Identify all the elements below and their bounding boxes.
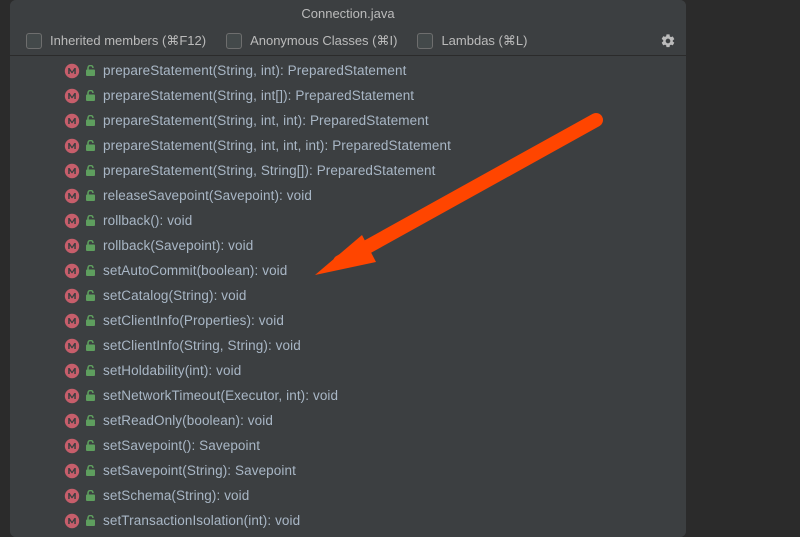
- method-icon: [64, 263, 80, 279]
- public-visibility-icon: [86, 115, 95, 126]
- option-label: Anonymous Classes (⌘I): [250, 33, 397, 49]
- method-signature: setClientInfo(String, String): void: [103, 338, 301, 353]
- method-icon: [64, 388, 80, 404]
- method-signature: setNetworkTimeout(Executor, int): void: [103, 388, 338, 403]
- method-icon: [64, 88, 80, 104]
- method-icon: [64, 138, 80, 154]
- method-signature: prepareStatement(String, int, int, int):…: [103, 138, 451, 153]
- method-icon: [64, 438, 80, 454]
- public-visibility-icon: [86, 440, 95, 451]
- public-visibility-icon: [86, 215, 95, 226]
- list-item[interactable]: setHoldability(int): void: [10, 358, 686, 383]
- method-signature: setSchema(String): void: [103, 488, 249, 503]
- method-icon: [64, 238, 80, 254]
- method-signature: prepareStatement(String, int[]): Prepare…: [103, 88, 414, 103]
- public-visibility-icon: [86, 415, 95, 426]
- public-visibility-icon: [86, 140, 95, 151]
- method-icon: [64, 163, 80, 179]
- gear-icon[interactable]: [660, 33, 676, 49]
- list-item[interactable]: setCatalog(String): void: [10, 283, 686, 308]
- public-visibility-icon: [86, 240, 95, 251]
- method-icon: [64, 213, 80, 229]
- list-item[interactable]: setSchema(String): void: [10, 483, 686, 508]
- method-list[interactable]: prepareStatement(String, int): PreparedS…: [10, 56, 686, 537]
- public-visibility-icon: [86, 190, 95, 201]
- method-signature: prepareStatement(String, String[]): Prep…: [103, 163, 435, 178]
- list-item[interactable]: prepareStatement(String, String[]): Prep…: [10, 158, 686, 183]
- public-visibility-icon: [86, 465, 95, 476]
- public-visibility-icon: [86, 265, 95, 276]
- structure-popup: Connection.java Inherited members (⌘F12)…: [10, 0, 686, 537]
- public-visibility-icon: [86, 90, 95, 101]
- checkbox-icon: [226, 33, 242, 49]
- public-visibility-icon: [86, 490, 95, 501]
- option-label: Inherited members (⌘F12): [50, 33, 206, 49]
- list-item[interactable]: releaseSavepoint(Savepoint): void: [10, 183, 686, 208]
- list-item[interactable]: setClientInfo(Properties): void: [10, 308, 686, 333]
- method-signature: setSavepoint(): Savepoint: [103, 438, 260, 453]
- method-icon: [64, 188, 80, 204]
- method-icon: [64, 313, 80, 329]
- method-icon: [64, 463, 80, 479]
- option-bar: Inherited members (⌘F12) Anonymous Class…: [10, 26, 686, 56]
- list-item[interactable]: setSavepoint(): Savepoint: [10, 433, 686, 458]
- list-item[interactable]: setSavepoint(String): Savepoint: [10, 458, 686, 483]
- list-item[interactable]: prepareStatement(String, int): PreparedS…: [10, 58, 686, 83]
- list-item[interactable]: setReadOnly(boolean): void: [10, 408, 686, 433]
- list-item[interactable]: rollback(): void: [10, 208, 686, 233]
- method-icon: [64, 113, 80, 129]
- public-visibility-icon: [86, 515, 95, 526]
- method-signature: releaseSavepoint(Savepoint): void: [103, 188, 312, 203]
- public-visibility-icon: [86, 315, 95, 326]
- public-visibility-icon: [86, 365, 95, 376]
- method-signature: setReadOnly(boolean): void: [103, 413, 273, 428]
- checkbox-icon: [417, 33, 433, 49]
- method-signature: setTransactionIsolation(int): void: [103, 513, 300, 528]
- method-signature: rollback(): void: [103, 213, 192, 228]
- list-item[interactable]: prepareStatement(String, int, int): Prep…: [10, 108, 686, 133]
- method-signature: prepareStatement(String, int, int): Prep…: [103, 113, 429, 128]
- lambdas-option[interactable]: Lambdas (⌘L): [417, 33, 527, 49]
- method-signature: setHoldability(int): void: [103, 363, 241, 378]
- method-signature: prepareStatement(String, int): PreparedS…: [103, 63, 406, 78]
- method-icon: [64, 363, 80, 379]
- method-signature: rollback(Savepoint): void: [103, 238, 253, 253]
- list-item[interactable]: setNetworkTimeout(Executor, int): void: [10, 383, 686, 408]
- inherited-members-option[interactable]: Inherited members (⌘F12): [26, 33, 206, 49]
- method-icon: [64, 513, 80, 529]
- public-visibility-icon: [86, 340, 95, 351]
- public-visibility-icon: [86, 390, 95, 401]
- method-icon: [64, 413, 80, 429]
- anonymous-classes-option[interactable]: Anonymous Classes (⌘I): [226, 33, 397, 49]
- method-signature: setAutoCommit(boolean): void: [103, 263, 287, 278]
- method-signature: setCatalog(String): void: [103, 288, 246, 303]
- file-title: Connection.java: [301, 6, 394, 21]
- list-item[interactable]: rollback(Savepoint): void: [10, 233, 686, 258]
- option-label: Lambdas (⌘L): [441, 33, 527, 49]
- method-signature: setClientInfo(Properties): void: [103, 313, 284, 328]
- method-icon: [64, 488, 80, 504]
- method-icon: [64, 338, 80, 354]
- titlebar: Connection.java: [10, 0, 686, 26]
- public-visibility-icon: [86, 65, 95, 76]
- public-visibility-icon: [86, 290, 95, 301]
- checkbox-icon: [26, 33, 42, 49]
- list-item[interactable]: setTransactionIsolation(int): void: [10, 508, 686, 533]
- method-icon: [64, 63, 80, 79]
- list-item[interactable]: prepareStatement(String, int, int, int):…: [10, 133, 686, 158]
- list-item[interactable]: setClientInfo(String, String): void: [10, 333, 686, 358]
- method-icon: [64, 288, 80, 304]
- list-item[interactable]: prepareStatement(String, int[]): Prepare…: [10, 83, 686, 108]
- public-visibility-icon: [86, 165, 95, 176]
- method-signature: setSavepoint(String): Savepoint: [103, 463, 296, 478]
- list-item[interactable]: setAutoCommit(boolean): void: [10, 258, 686, 283]
